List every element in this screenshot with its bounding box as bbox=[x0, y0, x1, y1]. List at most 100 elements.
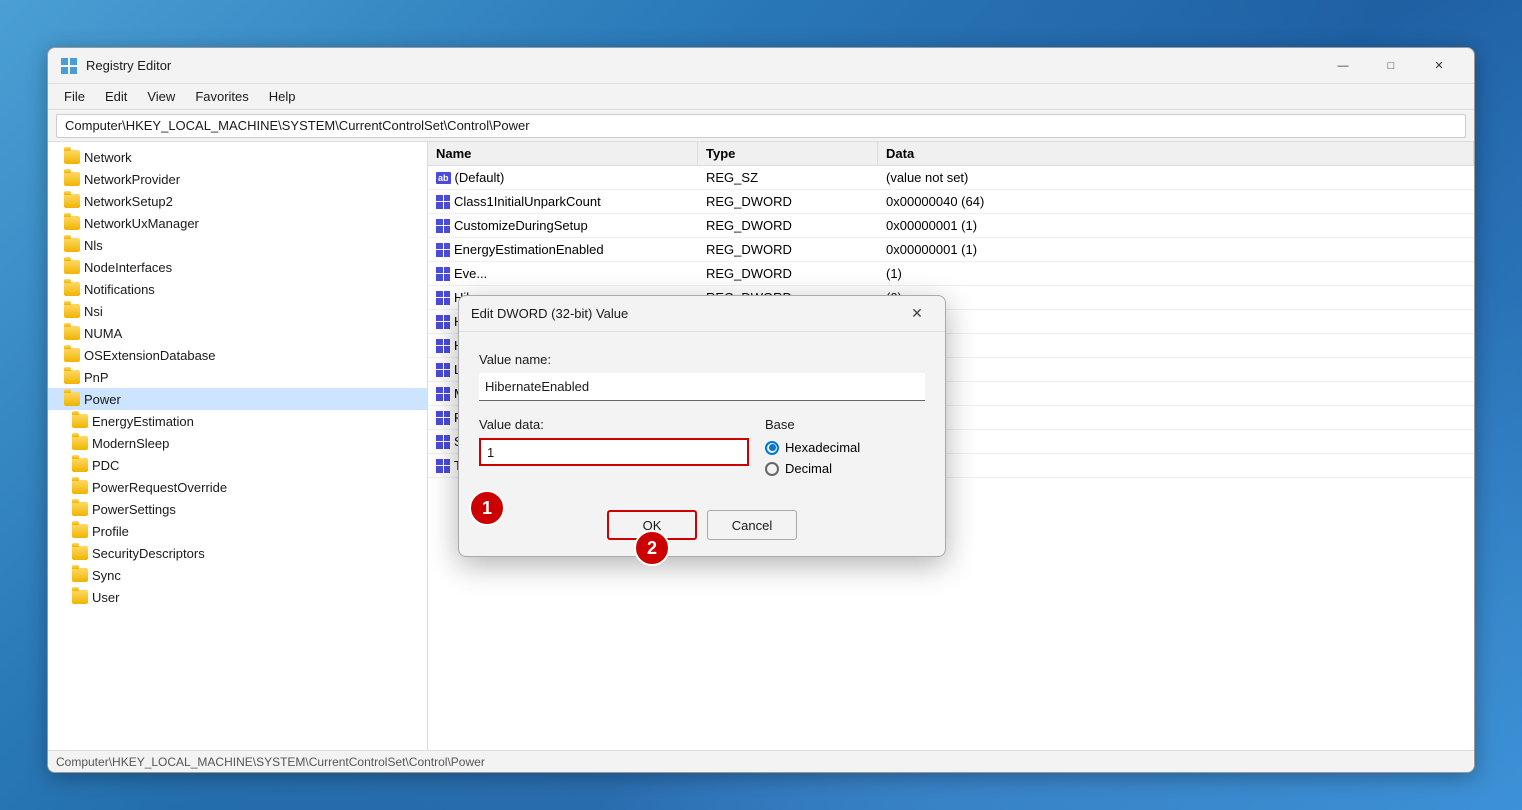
value-data-label: Value data: bbox=[479, 417, 749, 432]
folder-icon bbox=[64, 194, 80, 208]
folder-icon bbox=[64, 348, 80, 362]
menu-help[interactable]: Help bbox=[261, 87, 304, 106]
values-header: Name Type Data bbox=[428, 142, 1474, 166]
col-header-type: Type bbox=[698, 142, 878, 165]
folder-icon bbox=[64, 172, 80, 186]
tree-item-nls[interactable]: Nls bbox=[48, 234, 427, 256]
title-bar: Registry Editor — □ ✕ bbox=[48, 48, 1474, 84]
col-header-data: Data bbox=[878, 142, 1474, 165]
tree-item-numa[interactable]: NUMA bbox=[48, 322, 427, 344]
tree-item-modernsleep[interactable]: ModernSleep bbox=[48, 432, 427, 454]
tree-item-pdc[interactable]: PDC bbox=[48, 454, 427, 476]
reg-grid-icon bbox=[436, 243, 450, 257]
reg-grid-icon bbox=[436, 411, 450, 425]
reg-grid-icon bbox=[436, 219, 450, 233]
folder-icon bbox=[64, 238, 80, 252]
folder-icon bbox=[64, 150, 80, 164]
base-section: Base Hexadecimal Decimal bbox=[765, 417, 925, 482]
dialog-data-row: Value data: Base Hexadecimal Decimal bbox=[479, 417, 925, 482]
tree-item-networkprovider[interactable]: NetworkProvider bbox=[48, 168, 427, 190]
decimal-label: Decimal bbox=[785, 461, 832, 476]
value-data-section: Value data: bbox=[479, 417, 749, 466]
tree-item-network[interactable]: Network bbox=[48, 146, 427, 168]
reg-ab-icon: ab bbox=[436, 172, 451, 184]
reg-grid-icon bbox=[436, 435, 450, 449]
tree-item-nodeinterfaces[interactable]: NodeInterfaces bbox=[48, 256, 427, 278]
tree-item-networkuxmanager[interactable]: NetworkUxManager bbox=[48, 212, 427, 234]
tree-item-securitydescriptors[interactable]: SecurityDescriptors bbox=[48, 542, 427, 564]
address-input[interactable] bbox=[56, 114, 1466, 138]
status-bar: Computer\HKEY_LOCAL_MACHINE\SYSTEM\Curre… bbox=[48, 750, 1474, 772]
tree-item-energyestimation[interactable]: EnergyEstimation bbox=[48, 410, 427, 432]
tree-item-profile[interactable]: Profile bbox=[48, 520, 427, 542]
app-icon bbox=[60, 57, 78, 75]
menu-favorites[interactable]: Favorites bbox=[187, 87, 256, 106]
folder-icon bbox=[64, 216, 80, 230]
window-title: Registry Editor bbox=[86, 58, 1320, 73]
maximize-button[interactable]: □ bbox=[1368, 50, 1414, 82]
table-row[interactable]: Class1InitialUnparkCount REG_DWORD 0x000… bbox=[428, 190, 1474, 214]
tree-pane: Network NetworkProvider NetworkSetup2 Ne… bbox=[48, 142, 428, 750]
tree-item-powerrequestoverride[interactable]: PowerRequestOverride bbox=[48, 476, 427, 498]
hexadecimal-label: Hexadecimal bbox=[785, 440, 860, 455]
col-header-name: Name bbox=[428, 142, 698, 165]
tree-item-sync[interactable]: Sync bbox=[48, 564, 427, 586]
tree-item-networksetup2[interactable]: NetworkSetup2 bbox=[48, 190, 427, 212]
value-name-label: Value name: bbox=[479, 352, 925, 367]
tree-item-pnp[interactable]: PnP bbox=[48, 366, 427, 388]
dialog-body: Value name: Value data: Base Hexadecimal bbox=[459, 332, 945, 498]
dialog-title-bar: Edit DWORD (32-bit) Value ✕ bbox=[459, 296, 945, 332]
folder-icon bbox=[72, 524, 88, 538]
reg-grid-icon bbox=[436, 267, 450, 281]
tree-item-osextdb[interactable]: OSExtensionDatabase bbox=[48, 344, 427, 366]
reg-grid-icon bbox=[436, 387, 450, 401]
hexadecimal-radio-indicator bbox=[765, 441, 779, 455]
table-row[interactable]: ab (Default) REG_SZ (value not set) bbox=[428, 166, 1474, 190]
reg-grid-icon bbox=[436, 315, 450, 329]
menu-view[interactable]: View bbox=[139, 87, 183, 106]
folder-icon bbox=[72, 502, 88, 516]
dialog-close-button[interactable]: ✕ bbox=[901, 300, 933, 328]
folder-icon bbox=[72, 458, 88, 472]
folder-icon bbox=[64, 392, 80, 406]
step-2-badge: 2 bbox=[634, 530, 670, 566]
decimal-radio[interactable]: Decimal bbox=[765, 461, 925, 476]
cancel-button[interactable]: Cancel bbox=[707, 510, 797, 540]
tree-item-power[interactable]: Power bbox=[48, 388, 427, 410]
table-row[interactable]: EnergyEstimationEnabled REG_DWORD 0x0000… bbox=[428, 238, 1474, 262]
folder-icon bbox=[64, 260, 80, 274]
folder-icon bbox=[64, 370, 80, 384]
menu-edit[interactable]: Edit bbox=[97, 87, 135, 106]
dialog-title: Edit DWORD (32-bit) Value bbox=[471, 306, 901, 321]
decimal-radio-indicator bbox=[765, 462, 779, 476]
tree-item-user[interactable]: User bbox=[48, 586, 427, 608]
window-controls: — □ ✕ bbox=[1320, 50, 1462, 82]
reg-grid-icon bbox=[436, 195, 450, 209]
reg-grid-icon bbox=[436, 291, 450, 305]
hexadecimal-radio[interactable]: Hexadecimal bbox=[765, 440, 925, 455]
folder-icon bbox=[72, 546, 88, 560]
tree-item-notifications[interactable]: Notifications bbox=[48, 278, 427, 300]
address-bar bbox=[48, 110, 1474, 142]
table-row[interactable]: CustomizeDuringSetup REG_DWORD 0x0000000… bbox=[428, 214, 1474, 238]
value-name-input[interactable] bbox=[479, 373, 925, 401]
reg-grid-icon bbox=[436, 339, 450, 353]
folder-icon bbox=[72, 590, 88, 604]
dialog-buttons: OK Cancel bbox=[459, 498, 945, 556]
tree-item-powersettings[interactable]: PowerSettings bbox=[48, 498, 427, 520]
reg-grid-icon bbox=[436, 459, 450, 473]
folder-icon bbox=[64, 326, 80, 340]
edit-dword-dialog: Edit DWORD (32-bit) Value ✕ Value name: … bbox=[458, 295, 946, 557]
folder-icon bbox=[72, 480, 88, 494]
menu-file[interactable]: File bbox=[56, 87, 93, 106]
folder-icon bbox=[72, 436, 88, 450]
menu-bar: File Edit View Favorites Help bbox=[48, 84, 1474, 110]
close-button[interactable]: ✕ bbox=[1416, 50, 1462, 82]
folder-icon bbox=[72, 414, 88, 428]
table-row[interactable]: Eve... REG_DWORD (1) bbox=[428, 262, 1474, 286]
minimize-button[interactable]: — bbox=[1320, 50, 1366, 82]
value-data-input[interactable] bbox=[479, 438, 749, 466]
step-1-badge: 1 bbox=[469, 490, 505, 526]
folder-icon bbox=[64, 304, 80, 318]
tree-item-nsi[interactable]: Nsi bbox=[48, 300, 427, 322]
